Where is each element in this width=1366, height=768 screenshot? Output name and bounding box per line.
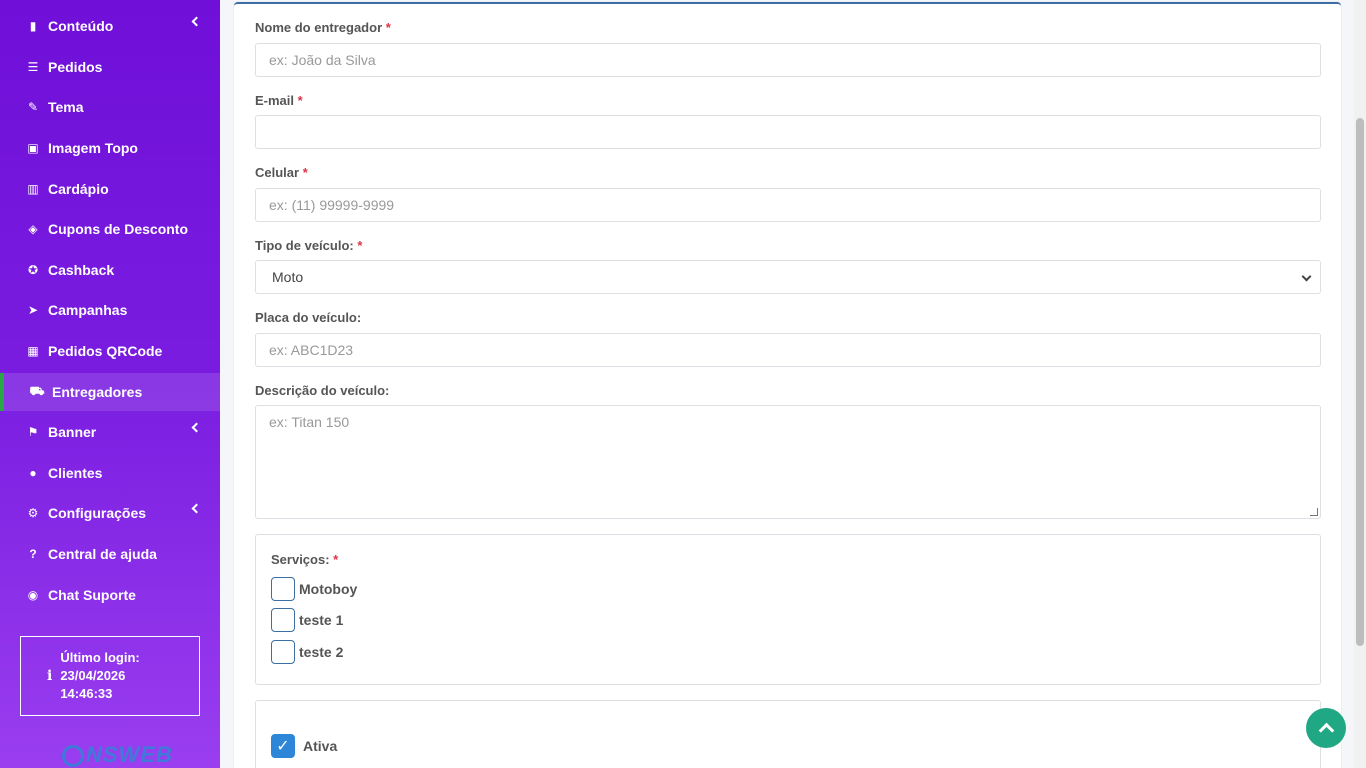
vehicle-type-label: Tipo de veículo: * xyxy=(255,238,363,253)
sidebar-item-label: Entregadores xyxy=(52,384,143,400)
service-label: teste 1 xyxy=(299,612,344,628)
chevron-down-icon xyxy=(1301,271,1312,282)
sidebar-item-label: Configurações xyxy=(48,505,147,521)
sidebar-item-label: Clientes xyxy=(48,465,103,481)
flag-icon: ⚑ xyxy=(27,425,39,439)
motorcycle-icon: ⛟ xyxy=(29,384,45,398)
question-icon: ? xyxy=(29,547,37,561)
sidebar-item[interactable]: ● Clientes xyxy=(0,454,220,492)
scrollbar-track[interactable] xyxy=(1354,0,1366,768)
service-checkbox[interactable] xyxy=(271,577,295,601)
delivery-person-form: Nome do entregador * ex: João da Silva E… xyxy=(234,2,1341,768)
scroll-to-top-button[interactable] xyxy=(1306,708,1346,748)
sidebar-item-label: Campanhas xyxy=(48,302,128,318)
user-icon: ● xyxy=(29,466,37,480)
sidebar-item-label: Tema xyxy=(48,99,84,115)
description-textarea[interactable]: ex: Titan 150 xyxy=(255,405,1321,519)
award-icon: ✪ xyxy=(27,263,39,277)
sidebar-item[interactable]: ▦ Pedidos QRCode xyxy=(0,332,220,370)
services-box: Serviços: * Motoboy teste 1 teste 2 xyxy=(255,534,1321,685)
plate-input[interactable]: ex: ABC1D23 xyxy=(255,333,1321,367)
sidebar-item[interactable]: ✎ Tema xyxy=(0,88,220,126)
sidebar-item[interactable]: ⚙ Configurações xyxy=(0,494,220,532)
vehicle-type-value: Moto xyxy=(272,269,304,285)
sidebar: ▮ Conteúdo ☰ Pedidos ✎ Tema ▣ Imagem Topo ▥ Cardá… xyxy=(0,0,220,768)
qrcode-icon: ▦ xyxy=(27,344,39,358)
file-icon: ▮ xyxy=(29,19,37,33)
vehicle-type-select[interactable]: Moto xyxy=(255,260,1321,294)
sidebar-item[interactable]: ▣ Imagem Topo xyxy=(0,129,220,167)
description-label: Descrição do veículo: xyxy=(255,383,390,398)
chevron-left-icon xyxy=(191,503,202,514)
service-checkbox[interactable] xyxy=(271,640,295,664)
sidebar-item-label: Chat Suporte xyxy=(48,587,136,603)
service-option[interactable]: Motoboy xyxy=(271,577,357,601)
sidebar-item-label: Cashback xyxy=(48,262,115,278)
sidebar-item-label: Conteúdo xyxy=(48,18,114,34)
sidebar-item-label: Cardápio xyxy=(48,181,109,197)
sidebar-item[interactable]: ? Central de ajuda xyxy=(0,535,220,573)
active-label: Ativa xyxy=(303,738,338,754)
phone-placeholder: ex: (11) 99999-9999 xyxy=(269,197,395,213)
last-login-time: 14:46:33 xyxy=(60,686,113,701)
name-input[interactable]: ex: João da Silva xyxy=(255,43,1321,77)
info-icon: i xyxy=(47,668,53,684)
service-checkbox[interactable] xyxy=(271,608,295,632)
description-placeholder: ex: Titan 150 xyxy=(269,414,350,430)
sidebar-item[interactable]: ◉ Chat Suporte xyxy=(0,576,220,614)
service-label: Motoboy xyxy=(299,581,358,597)
name-placeholder: ex: João da Silva xyxy=(269,52,376,68)
book-icon: ▥ xyxy=(27,182,39,196)
sidebar-item[interactable]: ⚑ Banner xyxy=(0,413,220,451)
phone-label: Celular * xyxy=(255,165,308,180)
last-login-box: i Último login: 23/04/2026 14:46:33 xyxy=(20,636,200,716)
sidebar-item-label: Imagem Topo xyxy=(48,140,138,156)
sidebar-item-label: Banner xyxy=(48,424,97,440)
sidebar-item-label: Pedidos xyxy=(48,59,103,75)
brush-icon: ✎ xyxy=(27,100,39,114)
service-option[interactable]: teste 1 xyxy=(271,608,343,632)
tags-icon: ◈ xyxy=(28,222,38,236)
last-login-date: 23/04/2026 xyxy=(60,668,126,683)
phone-input[interactable]: ex: (11) 99999-9999 xyxy=(255,188,1321,222)
last-login-label: Último login: xyxy=(60,650,140,665)
email-label: E-mail * xyxy=(255,93,303,108)
sidebar-item[interactable]: ▥ Cardápio xyxy=(0,170,220,208)
sidebar-item[interactable]: ➤ Campanhas xyxy=(0,291,220,329)
check-icon: ✓ xyxy=(276,738,290,755)
active-checkbox-row[interactable]: ✓ Ativa xyxy=(271,734,337,758)
logo-ring-icon xyxy=(62,745,84,768)
sidebar-item-label: Cupons de Desconto xyxy=(48,221,189,237)
image-icon: ▣ xyxy=(27,141,39,155)
plate-label: Placa do veículo: xyxy=(255,310,362,325)
name-label: Nome do entregador * xyxy=(255,20,391,35)
chevron-up-icon xyxy=(1318,722,1334,739)
service-label: teste 2 xyxy=(299,644,344,660)
sidebar-item-label: Central de ajuda xyxy=(48,546,157,562)
orders-icon: ☰ xyxy=(27,60,39,74)
sidebar-item[interactable]: ☰ Pedidos xyxy=(0,48,220,86)
gear-icon: ⚙ xyxy=(27,506,39,520)
logo-text: NSWEB xyxy=(86,742,173,767)
sidebar-item-label: Pedidos QRCode xyxy=(48,343,163,359)
active-checkbox[interactable]: ✓ xyxy=(271,734,295,758)
sidebar-item[interactable]: ✪ Cashback xyxy=(0,251,220,289)
sidebar-item[interactable]: ⛟ Entregadores xyxy=(0,373,220,411)
paper-plane-icon: ➤ xyxy=(27,303,39,317)
chevron-left-icon xyxy=(191,16,202,27)
service-option[interactable]: teste 2 xyxy=(271,640,343,664)
status-box: ✓ Ativa xyxy=(255,700,1321,768)
whatsapp-icon: ◉ xyxy=(27,588,39,602)
brand-logo: NSWEB xyxy=(62,742,173,768)
services-label: Serviços: * xyxy=(271,552,339,567)
resize-handle-icon[interactable] xyxy=(1310,508,1318,516)
sidebar-item[interactable]: ◈ Cupons de Desconto xyxy=(0,210,220,248)
main-content: Nome do entregador * ex: João da Silva E… xyxy=(220,0,1366,768)
plate-placeholder: ex: ABC1D23 xyxy=(269,342,354,358)
email-input[interactable] xyxy=(255,115,1321,149)
sidebar-item[interactable]: ▮ Conteúdo xyxy=(0,7,220,45)
chevron-left-icon xyxy=(191,422,202,433)
scrollbar-thumb[interactable] xyxy=(1356,118,1364,646)
